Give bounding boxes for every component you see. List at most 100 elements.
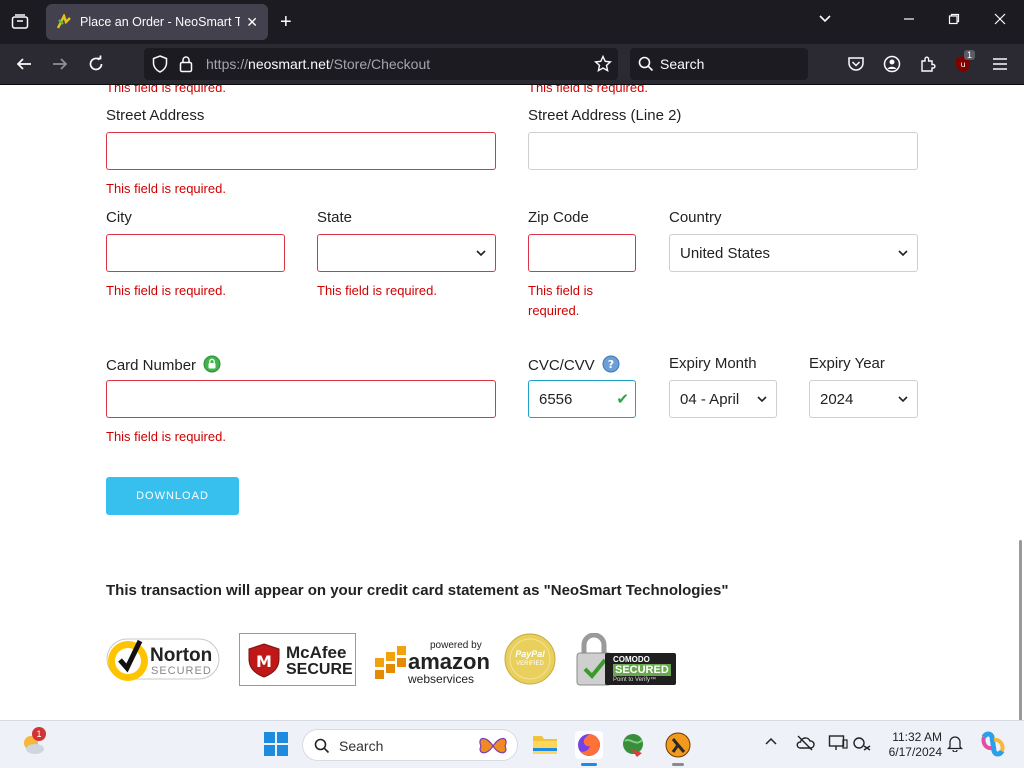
expiry-year-select[interactable]: 2024 [809,380,918,418]
firefox-taskbar-icon[interactable] [575,731,603,766]
norton-secured-text: SECURED [151,665,212,677]
chevron-down-icon [898,250,908,257]
chevron-up-icon[interactable] [764,735,792,763]
city-label: City [106,209,132,226]
amazon-web-services-badge[interactable]: powered by amazon webservices [374,640,490,686]
reload-icon[interactable] [86,54,106,74]
state-select[interactable] [317,234,496,272]
svg-text:u: u [960,60,965,69]
windows-start-icon[interactable] [263,731,291,759]
browser-nav-bar: https://neosmart.net/Store/Checkout Sear… [0,44,1024,85]
window-close-icon[interactable] [994,12,1006,28]
zip-code-label: Zip Code [528,209,589,226]
search-icon [314,738,330,754]
mcafee-secure-badge[interactable]: M McAfee SECURE [239,633,356,686]
zip-code-error: This field is required. [528,283,594,318]
system-clock[interactable]: 11:32 AM 6/17/2024 [880,730,942,760]
state-error: This field is required. [317,283,437,298]
country-label: Country [669,209,722,226]
aws-webservices-text: webservices [408,672,475,686]
error-message: This field is required. [528,85,648,95]
browser-search-box[interactable]: Search [630,48,808,80]
network-globe-app-icon[interactable] [620,731,648,759]
network-status-icon[interactable] [852,734,880,762]
lock-icon[interactable] [176,54,196,74]
country-select[interactable]: United States [669,234,918,272]
norton-secured-badge[interactable]: Norton SECURED [106,633,220,685]
account-icon[interactable] [882,54,902,74]
svg-text:?: ? [608,358,614,371]
card-number-label: Card Number [106,355,221,374]
chevron-down-icon [898,396,908,403]
clock-time: 11:32 AM [892,730,942,744]
copilot-icon[interactable] [980,731,1008,759]
expiry-month-select[interactable]: 04 - April [669,380,777,418]
paypal-verified-badge[interactable]: PayPal VERIFIED [504,633,556,685]
card-number-error: This field is required. [106,429,226,444]
url-text: https://neosmart.net/Store/Checkout [206,56,431,72]
svg-text:M: M [256,652,272,671]
weather-widget-icon[interactable]: 1 [20,727,48,759]
street-address-error: This field is required. [106,181,226,196]
cvc-input[interactable]: 6556 ✔ [528,380,636,418]
butterfly-icon [479,737,507,754]
comodo-secured-text: SECURED [613,664,671,676]
expiry-year-label: Expiry Year [809,355,885,372]
taskbar-search-label: Search [339,738,384,754]
notification-bell-icon[interactable] [946,734,974,762]
comodo-brand-text: COMODO [613,655,650,664]
half-life-app-icon[interactable] [664,731,692,766]
chevron-down-icon [476,250,486,257]
error-message: This field is required. [106,85,226,95]
neosmart-favicon-icon [56,14,71,29]
page-scrollbar[interactable] [1019,540,1022,720]
hamburger-menu-icon[interactable] [990,54,1010,74]
taskbar-search-box[interactable]: Search [302,729,518,761]
street-address-2-input[interactable] [528,132,918,170]
tab-close-icon[interactable]: ✕ [246,14,258,31]
secure-lock-icon [203,355,221,373]
mcafee-secure-text: SECURE [286,661,353,678]
pocket-icon[interactable] [846,54,866,74]
mcafee-brand-text: McAfee [286,643,347,662]
active-tab[interactable]: Place an Order - NeoSmart Tech ✕ [46,4,268,40]
valid-check-icon: ✔ [616,391,629,408]
comodo-secured-badge[interactable]: COMODO SECURED Point to Verify™ [575,633,676,686]
tab-title: Place an Order - NeoSmart Tech [80,15,240,29]
street-address-input[interactable] [106,132,496,170]
tab-list-icon[interactable] [8,10,32,34]
forward-icon[interactable] [50,54,70,74]
extensions-icon[interactable] [918,54,938,74]
browser-tab-bar: Place an Order - NeoSmart Tech ✕ + [0,0,1024,44]
chevron-down-icon[interactable] [818,12,832,29]
download-button[interactable]: DOWNLOAD [106,477,239,515]
help-icon[interactable]: ? [602,355,620,373]
file-explorer-icon[interactable] [531,731,559,759]
paypal-brand-text: PayPal [515,649,545,659]
comodo-verify-text: Point to Verify™ [613,677,657,683]
paypal-verified-text: VERIFIED [516,661,544,667]
street-address-label: Street Address [106,107,205,124]
clock-date: 6/17/2024 [888,745,942,759]
card-number-input[interactable] [106,380,496,418]
weather-notification-badge: 1 [32,727,46,741]
city-error: This field is required. [106,283,226,298]
street-address-2-label: Street Address (Line 2) [528,107,682,124]
zip-code-input[interactable] [528,234,636,272]
cvc-label: CVC/CVV ? [528,355,620,374]
shield-icon[interactable] [150,54,170,74]
search-icon [636,54,656,74]
new-tab-icon[interactable]: + [280,11,292,33]
restore-icon[interactable] [948,12,960,28]
onedrive-offline-icon[interactable] [795,734,823,762]
city-input[interactable] [106,234,285,272]
windows-taskbar: 1 Search 11:32 AM 6/17/2024 [0,720,1024,768]
norton-brand-text: Norton [150,645,213,666]
url-bar[interactable]: https://neosmart.net/Store/Checkout [144,48,618,80]
bookmark-star-icon[interactable] [593,54,613,74]
checkout-page: This field is required. This field is re… [0,85,1024,720]
browser-search-label: Search [660,56,705,72]
back-icon[interactable] [14,54,34,74]
minimize-icon[interactable] [903,12,915,28]
ublock-extension-icon[interactable]: u 1 [954,50,976,74]
